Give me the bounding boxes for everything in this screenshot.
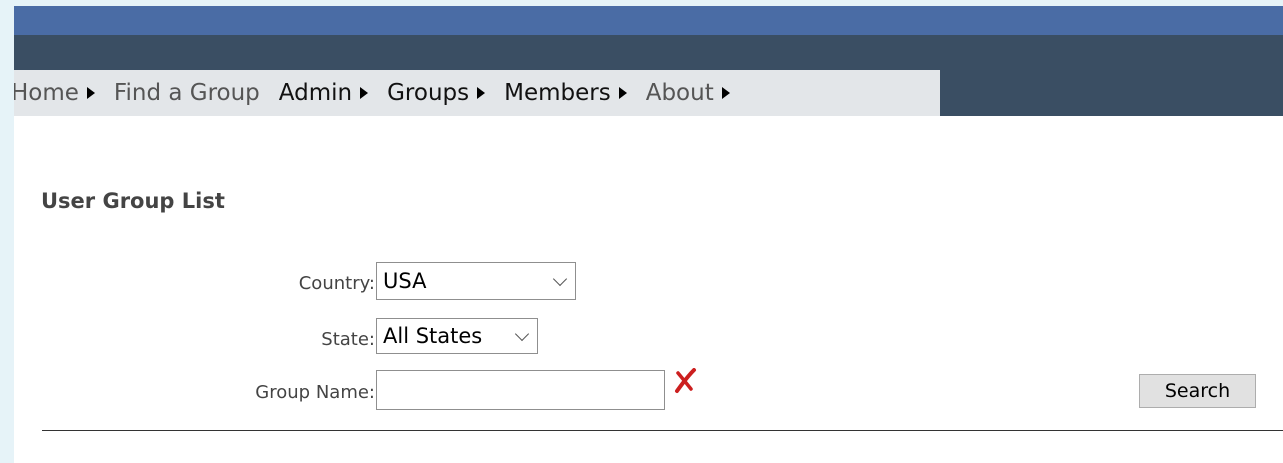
country-label: Country: — [298, 273, 375, 294]
nav-item-about[interactable]: About — [646, 80, 730, 106]
nav-item-find-a-group[interactable]: Find a Group — [114, 80, 260, 106]
caret-right-icon — [721, 87, 730, 99]
nav-item-label: Groups — [387, 80, 470, 106]
nav-item-label: Members — [504, 80, 611, 106]
state-select[interactable]: All States — [376, 318, 538, 354]
caret-right-icon — [86, 87, 95, 99]
nav-item-admin[interactable]: Admin — [278, 80, 369, 106]
chevron-down-icon — [514, 326, 530, 341]
country-select[interactable]: USA — [376, 262, 576, 300]
divider — [42, 430, 1283, 431]
caret-right-icon — [477, 87, 486, 99]
clear-icon[interactable] — [672, 368, 698, 398]
caret-right-icon — [618, 87, 627, 99]
page-title: User Group List — [41, 189, 225, 213]
main-nav: Home Find a Group Admin Groups Members A… — [14, 70, 940, 116]
country-select-value: USA — [383, 269, 427, 293]
nav-item-label: About — [645, 80, 714, 106]
group-name-label: Group Name: — [255, 382, 375, 403]
nav-item-home[interactable]: Home — [14, 80, 95, 106]
nav-item-label: Find a Group — [113, 80, 260, 106]
header-top-bar — [14, 6, 1283, 35]
caret-right-icon — [360, 87, 369, 99]
state-label: State: — [321, 329, 375, 350]
group-name-input[interactable] — [376, 370, 665, 410]
state-select-value: All States — [383, 324, 483, 348]
nav-item-groups[interactable]: Groups — [387, 80, 486, 106]
nav-item-label: Admin — [278, 80, 353, 106]
chevron-down-icon — [552, 271, 568, 286]
page: Home Find a Group Admin Groups Members A… — [14, 6, 1283, 463]
nav-item-members[interactable]: Members — [504, 80, 627, 106]
search-button[interactable]: Search — [1139, 374, 1256, 408]
nav-item-label: Home — [14, 80, 79, 106]
